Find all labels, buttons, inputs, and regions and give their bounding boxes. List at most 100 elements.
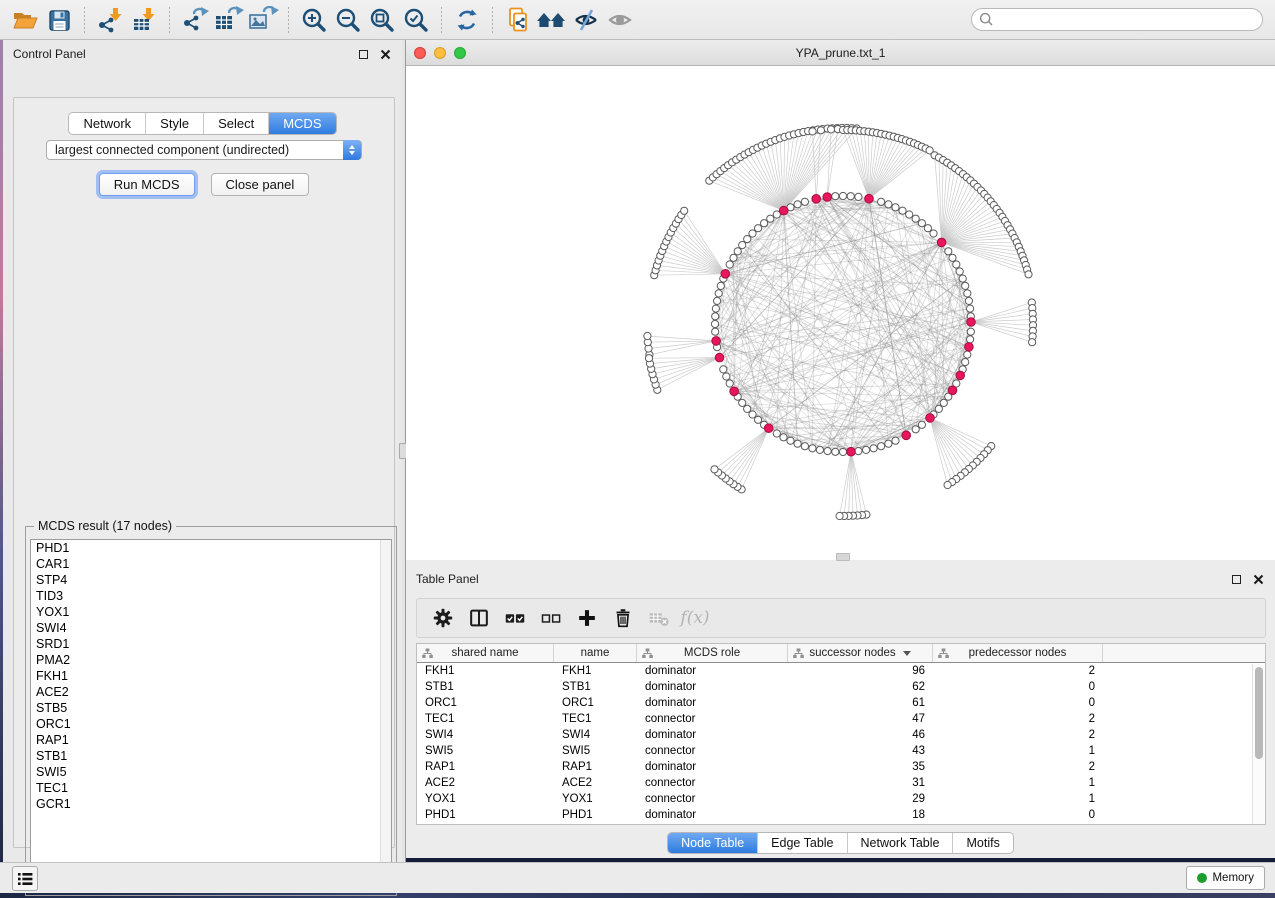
mcds-result-item[interactable]: CAR1 [31, 556, 391, 572]
export-table-icon[interactable] [212, 4, 246, 36]
function-builder-icon[interactable]: f(x) [679, 602, 711, 634]
mcds-result-item[interactable]: PMA2 [31, 652, 391, 668]
table-tabs: Node TableEdge TableNetwork TableMotifs [406, 832, 1275, 854]
mcds-result-item[interactable]: STP4 [31, 572, 391, 588]
network-canvas[interactable] [406, 66, 1275, 560]
horizontal-split-handle[interactable] [836, 553, 850, 561]
criterion-select[interactable]: largest connected component (undirected) [46, 140, 362, 160]
table-row[interactable]: FKH1FKH1dominator962 [417, 663, 1265, 679]
share-network-document-icon[interactable] [501, 4, 535, 36]
table-row[interactable]: PHD1PHD1dominator180 [417, 807, 1265, 823]
tab-edge-table[interactable]: Edge Table [758, 833, 847, 853]
cell-successor-nodes: 31 [788, 777, 933, 789]
mcds-result-item[interactable]: GCR1 [31, 796, 391, 812]
tab-motifs[interactable]: Motifs [953, 833, 1012, 853]
column-header-successor-nodes[interactable]: successor nodes [788, 644, 933, 662]
cell-name: FKH1 [554, 665, 637, 677]
hide-visibility-icon[interactable] [569, 4, 603, 36]
mcds-result-item[interactable]: STB5 [31, 700, 391, 716]
mcds-list-scrollbar[interactable] [380, 540, 391, 889]
mcds-result-item[interactable]: STB1 [31, 748, 391, 764]
mcds-result-item[interactable]: SRD1 [31, 636, 391, 652]
run-mcds-button[interactable]: Run MCDS [99, 173, 195, 196]
close-table-panel-icon[interactable] [1251, 572, 1265, 586]
mcds-result-item[interactable]: FKH1 [31, 668, 391, 684]
tab-node-table[interactable]: Node Table [668, 833, 758, 853]
toolbar-separator [84, 7, 85, 33]
delete-table-icon[interactable] [643, 602, 675, 634]
import-table-icon[interactable] [127, 4, 161, 36]
mcds-result-item[interactable]: ACE2 [31, 684, 391, 700]
cell-name: YOX1 [554, 793, 637, 805]
zoom-fit-icon[interactable] [365, 4, 399, 36]
column-header-name[interactable]: name [554, 644, 637, 662]
zoom-in-icon[interactable] [297, 4, 331, 36]
save-session-icon[interactable] [42, 4, 76, 36]
cell-shared-name: ORC1 [417, 697, 554, 709]
table-scrollbar-thumb[interactable] [1255, 667, 1263, 759]
cell-name: SWI5 [554, 745, 637, 757]
table-row[interactable]: STB1STB1dominator620 [417, 679, 1265, 695]
table-row[interactable]: SWI5SWI5connector431 [417, 743, 1265, 759]
cell-predecessor-nodes: 1 [933, 777, 1103, 789]
cell-shared-name: ACE2 [417, 777, 554, 789]
cell-successor-nodes: 43 [788, 745, 933, 757]
mcds-result-list[interactable]: PHD1CAR1STP4TID3YOX1SWI4SRD1PMA2FKH1ACE2… [30, 539, 392, 890]
mcds-result-item[interactable]: RAP1 [31, 732, 391, 748]
close-panel-icon[interactable] [378, 47, 392, 61]
mcds-result-item[interactable]: ORC1 [31, 716, 391, 732]
table-row[interactable]: RAP1RAP1dominator352 [417, 759, 1265, 775]
table-row[interactable]: TEC1TEC1connector472 [417, 711, 1265, 727]
mcds-result-item[interactable]: YOX1 [31, 604, 391, 620]
open-session-icon[interactable] [8, 4, 42, 36]
table-row[interactable]: ORC1ORC1dominator610 [417, 695, 1265, 711]
node-table: shared namenameMCDS rolesuccessor nodesp… [416, 643, 1266, 825]
select-all-columns-icon[interactable] [499, 602, 531, 634]
task-history-icon[interactable] [12, 866, 38, 891]
cell-shared-name: SWI5 [417, 745, 554, 757]
column-settings-gear-icon[interactable] [427, 602, 459, 634]
float-table-panel-icon[interactable] [1229, 572, 1243, 586]
mcds-result-item[interactable]: PHD1 [31, 540, 391, 556]
import-network-icon[interactable] [93, 4, 127, 36]
mcds-result-item[interactable]: TID3 [31, 588, 391, 604]
refresh-layout-icon[interactable] [450, 4, 484, 36]
show-visibility-icon[interactable] [603, 4, 637, 36]
cell-shared-name: FKH1 [417, 665, 554, 677]
tab-network[interactable]: Network [69, 113, 146, 134]
mcds-result-item[interactable]: SWI4 [31, 620, 391, 636]
deselect-all-columns-icon[interactable] [535, 602, 567, 634]
split-panel-icon[interactable] [463, 602, 495, 634]
tab-mcds[interactable]: MCDS [269, 113, 335, 134]
export-network-icon[interactable] [178, 4, 212, 36]
home-networks-icon[interactable] [535, 4, 569, 36]
table-row[interactable]: ACE2ACE2connector311 [417, 775, 1265, 791]
export-image-icon[interactable] [246, 4, 280, 36]
column-header-predecessor-nodes[interactable]: predecessor nodes [933, 644, 1103, 662]
select-stepper-icon [343, 140, 361, 160]
close-panel-button[interactable]: Close panel [211, 173, 310, 196]
tab-network-table[interactable]: Network Table [848, 833, 954, 853]
float-panel-icon[interactable] [356, 47, 370, 61]
memory-button[interactable]: Memory [1186, 866, 1265, 890]
tab-select[interactable]: Select [204, 113, 269, 134]
cell-name: PHD1 [554, 809, 637, 821]
delete-column-icon[interactable] [607, 602, 639, 634]
table-row[interactable]: SWI4SWI4dominator462 [417, 727, 1265, 743]
add-column-icon[interactable] [571, 602, 603, 634]
sort-desc-icon [903, 651, 911, 656]
search-input[interactable] [994, 11, 1262, 29]
mcds-result-item[interactable]: TEC1 [31, 780, 391, 796]
column-header-shared-name[interactable]: shared name [417, 644, 554, 662]
zoom-selected-icon[interactable] [399, 4, 433, 36]
zoom-out-icon[interactable] [331, 4, 365, 36]
table-scrollbar[interactable] [1252, 664, 1265, 824]
cell-predecessor-nodes: 2 [933, 665, 1103, 677]
network-graph[interactable] [406, 66, 1275, 560]
memory-label: Memory [1212, 872, 1254, 884]
table-row[interactable]: YOX1YOX1connector291 [417, 791, 1265, 807]
tab-style[interactable]: Style [146, 113, 204, 134]
mcds-result-item[interactable]: SWI5 [31, 764, 391, 780]
column-header-MCDS-role[interactable]: MCDS role [637, 644, 788, 662]
cell-MCDS-role: dominator [637, 697, 788, 709]
